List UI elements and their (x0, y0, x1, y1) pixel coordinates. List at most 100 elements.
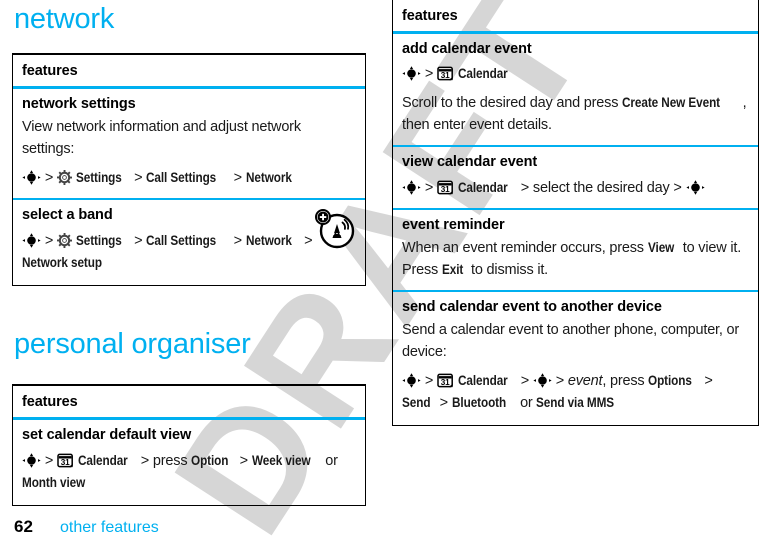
calendar-icon: 31 (437, 373, 454, 388)
path-separator: > (520, 180, 530, 197)
row-path: > 31 Calendar (402, 63, 749, 85)
nav-key-icon (402, 180, 421, 195)
svg-text:31: 31 (441, 71, 450, 80)
ui-key-label: Month view (22, 474, 86, 491)
ui-key-label: Bluetooth (451, 394, 506, 411)
ui-key-label: Network (245, 232, 292, 249)
table-row-send-calendar-event: send calendar event to another device Se… (393, 292, 758, 425)
ui-key-label: Calendar (77, 452, 128, 468)
row-path: > Settings > Call Settings > Network > N… (22, 230, 356, 274)
ui-key-label: Send via MMS (536, 394, 615, 411)
ui-key-label: Exit (441, 261, 464, 278)
table-row-network-settings: network settings View network informatio… (13, 89, 365, 201)
ui-key-label: Network (245, 169, 292, 186)
ui-key-label: Call Settings (146, 232, 217, 249)
ui-key-label: Options (648, 372, 693, 389)
gear-icon (56, 170, 72, 186)
table-row-event-reminder: event reminder When an event reminder oc… (393, 210, 758, 293)
row-path: > 31 Calendar > press Option > Week view… (22, 450, 356, 494)
table-row-set-calendar-default-view: set calendar default view > 31 Calendar … (13, 420, 365, 505)
row-title: select a band (22, 207, 113, 224)
path-separator: > (424, 180, 434, 197)
ui-key-label: Settings (75, 169, 122, 186)
path-separator: > (140, 453, 150, 469)
calendar-features-table: features add calendar event > 31 Calenda… (392, 0, 759, 427)
ui-key-label: Calendar (457, 65, 508, 81)
row-path: > 31 Calendar > select the desired day > (402, 177, 749, 199)
ui-key-label: Calendar (457, 179, 508, 196)
table-header-features: features (393, 0, 758, 34)
table-header-features: features (13, 386, 365, 420)
nav-key-icon (22, 170, 41, 185)
row-title: view calendar event (402, 154, 538, 171)
svg-text:31: 31 (441, 185, 450, 194)
table-row-add-calendar-event: add calendar event > 31 Calendar Scroll … (393, 34, 758, 148)
row-title: network settings (22, 96, 136, 112)
path-separator: > (304, 233, 313, 250)
path-separator: > (44, 233, 54, 250)
table-row-select-a-band: select a band > Settings > Call Settings… (13, 200, 365, 285)
manual-page: DRAFT network features network settings … (0, 0, 759, 546)
path-separator: > (233, 233, 242, 250)
path-separator: > (134, 233, 143, 250)
row-body: Scroll to the desired day and press Crea… (402, 94, 747, 134)
nav-key-icon (22, 453, 41, 468)
path-separator: > (424, 373, 434, 390)
ui-key-label: Calendar (457, 372, 508, 389)
table-header-label: features (402, 8, 458, 24)
chapter-title-personal-organiser: personal organiser (14, 328, 251, 360)
table-header-features: features (13, 55, 365, 89)
select-a-band-antenna-icon: A (313, 206, 357, 250)
calendar-icon: 31 (437, 180, 454, 195)
nav-key-icon (685, 180, 705, 195)
table-row-view-calendar-event: view calendar event > 31 Calendar > sele… (393, 147, 758, 211)
page-number: 62 (14, 517, 33, 536)
nav-key-icon (402, 66, 421, 81)
ui-key-label: Settings (75, 232, 122, 249)
row-body: Send a calendar event to another phone, … (402, 322, 740, 361)
table-header-label: features (22, 63, 78, 79)
ui-key-label: Send (402, 394, 431, 411)
path-separator: > (44, 453, 54, 469)
ui-key-label: Network setup (22, 254, 102, 271)
page-footer: 62 other features (0, 517, 159, 537)
path-separator: > (520, 373, 530, 390)
row-path: > Settings > Call Settings > Network (22, 167, 356, 189)
svg-text:A: A (333, 228, 341, 240)
path-separator: > (134, 170, 143, 187)
path-separator: > (673, 180, 682, 197)
row-title: set calendar default view (22, 427, 192, 443)
path-separator: > (439, 395, 448, 412)
ui-key-label: View (647, 239, 674, 256)
row-title: send calendar event to another device (402, 299, 662, 316)
path-separator: > (239, 453, 248, 469)
path-separator: > (233, 170, 242, 187)
svg-text:31: 31 (441, 378, 450, 387)
nav-key-icon (533, 373, 552, 388)
gear-icon (56, 233, 72, 249)
placeholder-text: event (567, 373, 603, 390)
chapter-title-network: network (14, 3, 115, 35)
path-separator: > (704, 373, 713, 390)
path-separator: > (44, 170, 54, 187)
ui-key-label: Call Settings (146, 169, 217, 186)
row-title: event reminder (402, 217, 505, 234)
calendar-icon: 31 (437, 66, 454, 81)
path-separator: > (424, 66, 434, 82)
row-path: > 31 Calendar > > event, press Options >… (402, 370, 749, 414)
nav-key-icon (402, 373, 421, 388)
left-column: network features network settings View n… (0, 0, 366, 546)
network-features-table: features network settings View network i… (12, 53, 366, 287)
right-column: features add calendar event > 31 Calenda… (380, 0, 759, 546)
row-body: View network information and adjust netw… (22, 119, 301, 158)
table-header-label: features (22, 394, 78, 410)
ui-key-label: Create New Event (622, 94, 721, 111)
row-title: add calendar event (402, 41, 532, 57)
footer-section-label: other features (60, 519, 159, 536)
path-separator: > (555, 373, 565, 390)
nav-key-icon (22, 233, 41, 248)
ui-key-label: Option (191, 452, 229, 468)
calendar-icon: 31 (57, 453, 74, 468)
svg-text:31: 31 (61, 458, 70, 467)
row-body: When an event reminder occurs, press Vie… (402, 237, 749, 281)
